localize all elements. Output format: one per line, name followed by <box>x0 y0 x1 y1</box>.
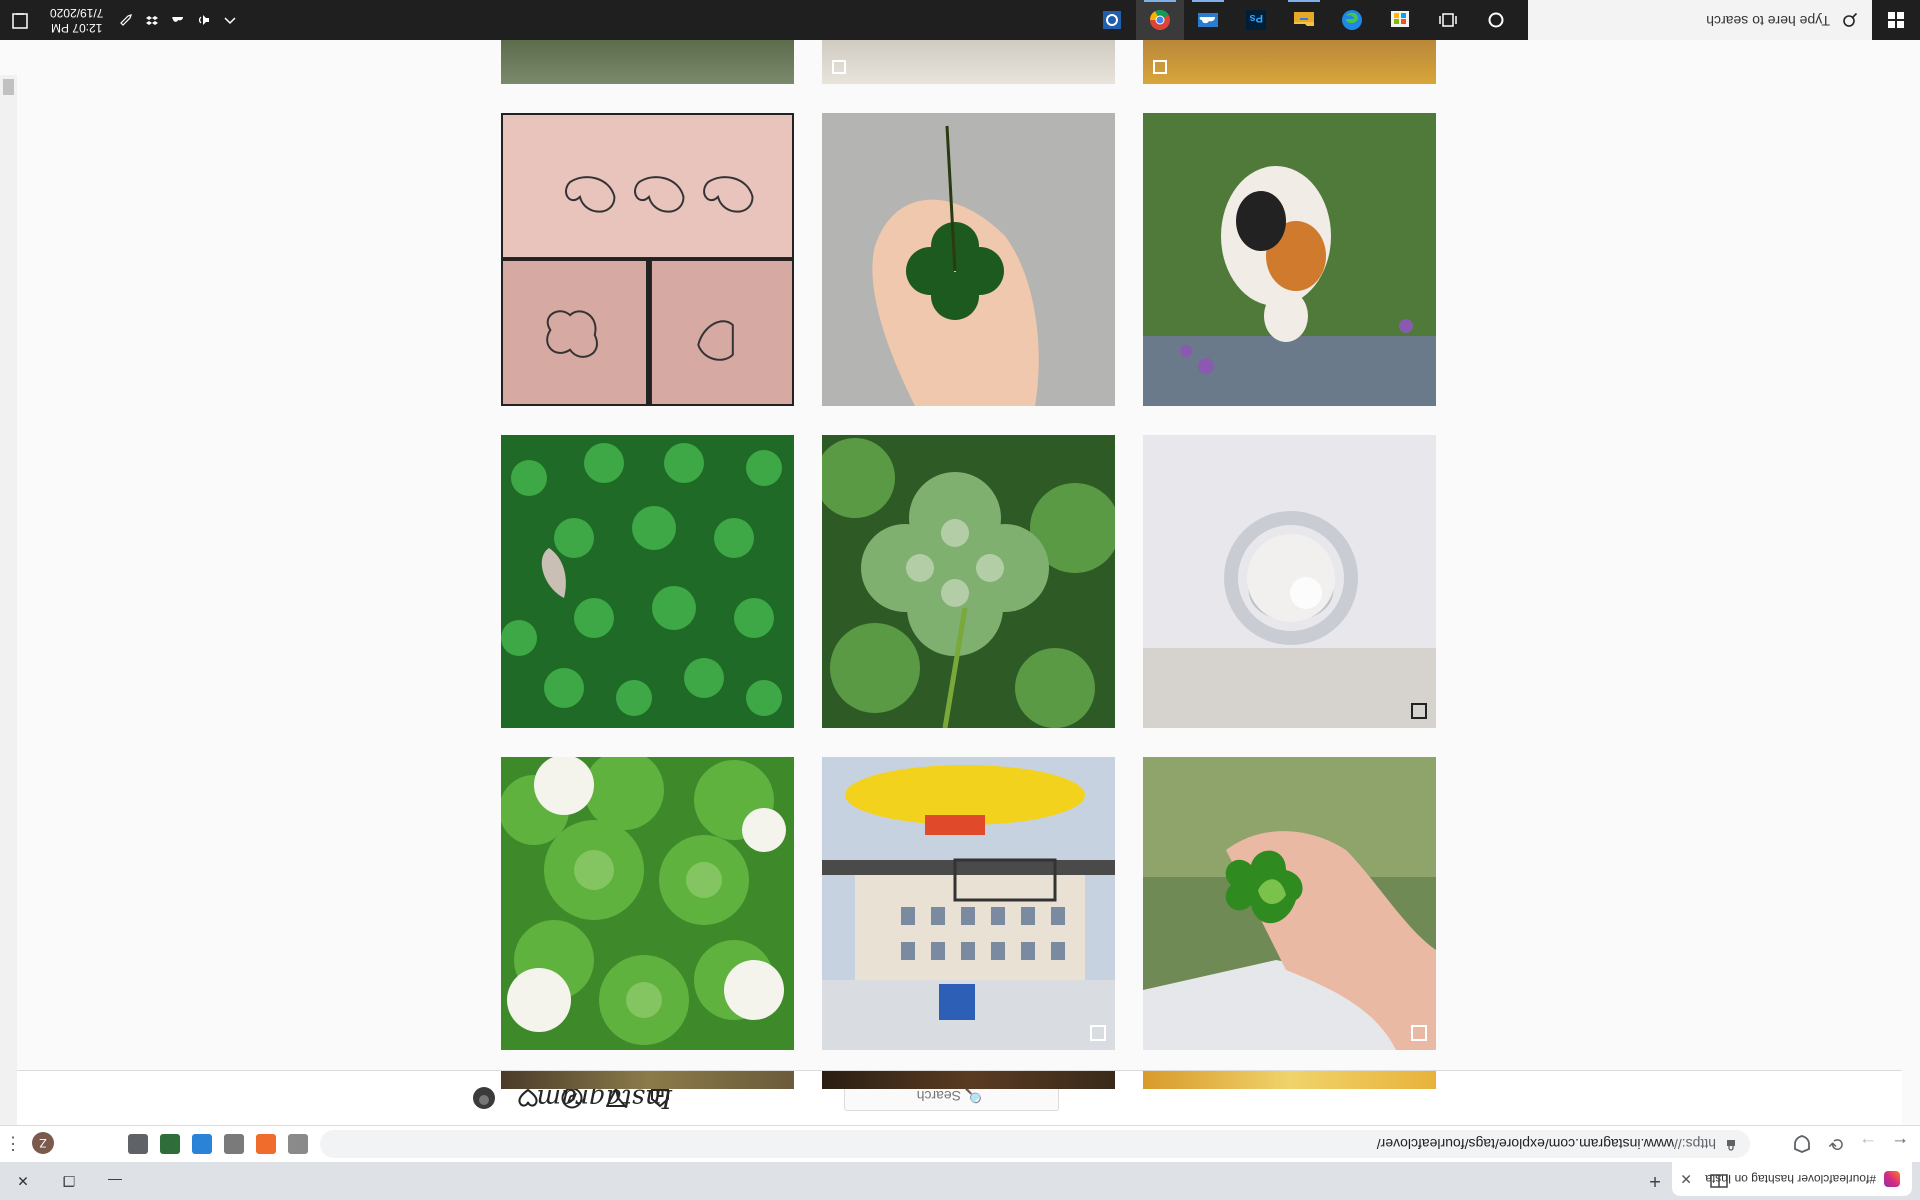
file-explorer-icon <box>1294 12 1314 26</box>
browser-tab-bar: #fourleafclover hashtag on Insta ✕ + — ❐… <box>0 1162 1920 1200</box>
post-clover-patch[interactable] <box>501 435 794 728</box>
post-partial[interactable] <box>822 1071 1115 1089</box>
taskbar-apps: Ps <box>1088 0 1520 40</box>
home-icon[interactable] <box>648 1086 672 1110</box>
direct-icon[interactable] <box>604 1086 628 1110</box>
pen-icon[interactable] <box>119 13 133 27</box>
tab-close-icon[interactable]: ✕ <box>1680 1171 1692 1188</box>
post-clover-closeup[interactable] <box>822 435 1115 728</box>
cortana-icon <box>1488 12 1504 28</box>
address-bar[interactable]: https://www.instagram.com/explore/tags/f… <box>320 1130 1750 1158</box>
reload-button[interactable]: ⟳ <box>1824 1132 1848 1156</box>
chevron-up-icon[interactable] <box>223 13 237 27</box>
browser-menu-button[interactable]: ⋮ <box>4 1132 22 1154</box>
ext-dollar-icon[interactable] <box>160 1134 180 1154</box>
forward-button[interactable]: → <box>1856 1132 1880 1156</box>
post-yellow-submarine[interactable] <box>822 757 1115 1050</box>
maximize-button[interactable]: ❐ <box>46 1162 92 1200</box>
multi-post-icon <box>832 60 846 74</box>
instagram-favicon-icon <box>1884 1171 1900 1187</box>
system-tray: 12:07 PM 7/19/2020 <box>0 0 243 40</box>
ext-puzzle-icon[interactable] <box>128 1134 148 1154</box>
settings-button[interactable] <box>1088 0 1136 40</box>
file-explorer-button[interactable] <box>1280 0 1328 40</box>
svg-text:Ps: Ps <box>1250 12 1263 24</box>
gear-icon <box>1103 11 1121 29</box>
profile-avatar-button[interactable]: Z <box>32 1132 54 1154</box>
browser-toolbar: ← → ⟳ https://www.instagram.com/explore/… <box>0 1125 1920 1162</box>
post-white-clover-flowers[interactable] <box>501 757 794 1050</box>
minimize-button[interactable]: — <box>92 1162 138 1200</box>
photoshop-icon: Ps <box>1246 10 1266 30</box>
taskbar-search-placeholder[interactable]: Type here to search <box>1706 13 1830 29</box>
close-window-button[interactable]: ✕ <box>0 1162 46 1200</box>
explore-icon[interactable] <box>560 1086 584 1110</box>
ext-blue-icon[interactable] <box>192 1134 212 1154</box>
taskbar-clock[interactable]: 12:07 PM 7/19/2020 <box>50 5 103 35</box>
multi-post-icon <box>1153 60 1167 74</box>
post-tattoo-elephants[interactable] <box>501 113 794 406</box>
url-text[interactable]: https://www.instagram.com/explore/tags/f… <box>1377 1136 1716 1152</box>
extensions-area <box>128 1134 308 1154</box>
task-view-icon <box>1439 13 1457 27</box>
post-partial[interactable] <box>1143 1071 1436 1089</box>
windows-taskbar: Type here to search Ps 12:07 PM 7/19/202… <box>0 0 1920 40</box>
post-hand-clover[interactable] <box>822 113 1115 406</box>
store-button[interactable] <box>1376 0 1424 40</box>
onedrive-tray-icon[interactable] <box>171 13 185 27</box>
store-icon <box>1391 11 1409 27</box>
chrome-icon <box>1150 9 1170 30</box>
onedrive-icon <box>1198 13 1218 27</box>
photoshop-button[interactable]: Ps <box>1232 0 1280 40</box>
post-partial[interactable] <box>501 38 794 84</box>
back-button[interactable]: ← <box>1888 1132 1912 1156</box>
shield-icon[interactable] <box>1790 1132 1814 1156</box>
post-partial[interactable] <box>1143 38 1436 84</box>
edge-icon <box>1342 10 1362 30</box>
post-hand-holding-clover[interactable] <box>1143 757 1436 1050</box>
ext-orange-icon[interactable] <box>256 1134 276 1154</box>
post-partial[interactable] <box>822 38 1115 84</box>
tab-search-icon[interactable] <box>1708 1170 1730 1192</box>
screen: #fourleafclover hashtag on Insta ✕ + — ❐… <box>0 0 1920 1200</box>
taskbar-search-box[interactable]: Type here to search <box>1528 0 1872 40</box>
clock-time: 12:07 PM <box>51 21 103 35</box>
lock-icon[interactable] <box>1726 1140 1736 1151</box>
new-tab-button[interactable]: + <box>1642 1168 1668 1194</box>
start-button[interactable] <box>1872 0 1920 40</box>
chrome-button[interactable] <box>1136 0 1184 40</box>
ext-circle-icon[interactable] <box>224 1134 244 1154</box>
post-calico-cat[interactable] <box>1143 113 1436 406</box>
profile-avatar[interactable] <box>472 1086 496 1110</box>
post-partial[interactable] <box>501 1071 794 1089</box>
onedrive-button[interactable] <box>1184 0 1232 40</box>
edge-button[interactable] <box>1328 0 1376 40</box>
task-view-button[interactable] <box>1424 0 1472 40</box>
cortana-button[interactable] <box>1472 0 1520 40</box>
page-scrollbar[interactable] <box>0 75 17 1125</box>
post-pearl-ring[interactable] <box>1143 435 1436 728</box>
ext-gray-icon[interactable] <box>288 1134 308 1154</box>
dropbox-icon[interactable] <box>145 13 159 27</box>
notifications-icon[interactable] <box>0 0 40 40</box>
heart-icon[interactable] <box>516 1086 540 1110</box>
volume-icon[interactable] <box>197 13 211 27</box>
instagram-nav-icons <box>472 1086 672 1110</box>
search-icon <box>1843 12 1858 27</box>
clock-date: 7/19/2020 <box>50 6 104 20</box>
page-scrollbar-thumb[interactable] <box>3 79 14 95</box>
